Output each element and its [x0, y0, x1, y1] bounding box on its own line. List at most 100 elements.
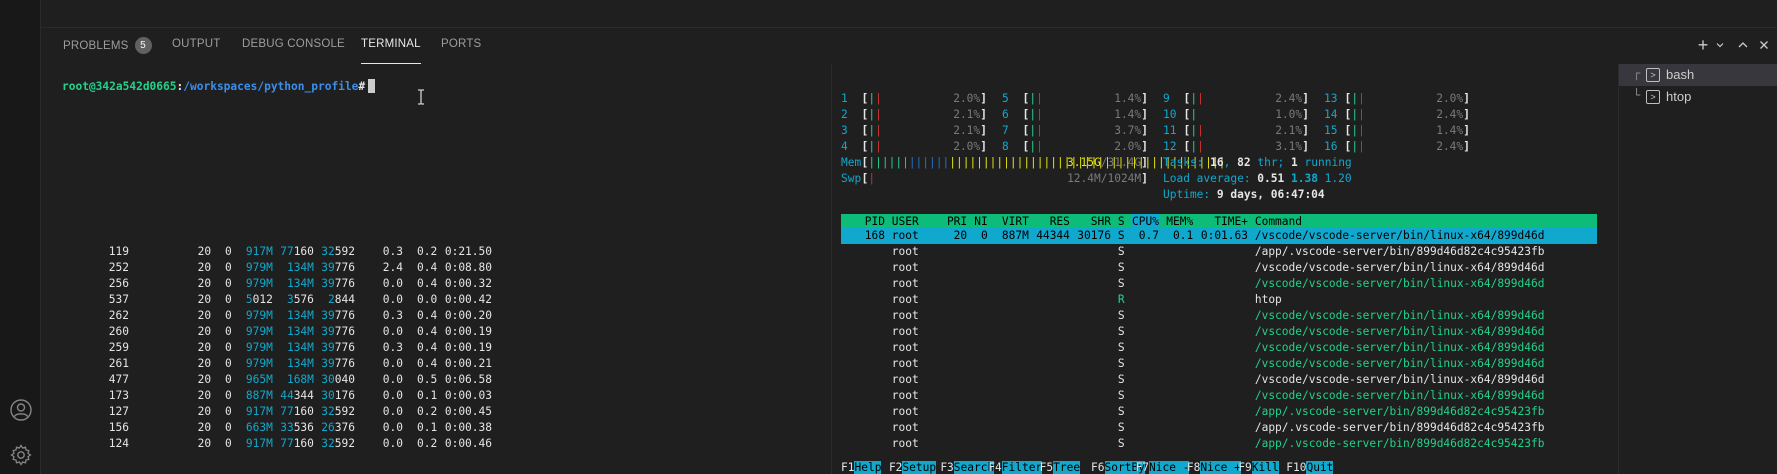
tab-output[interactable]: OUTPUT	[172, 38, 220, 64]
digit-group: 344	[1049, 229, 1070, 242]
process-shr: 39776	[321, 260, 355, 276]
process-virt: 979M	[246, 276, 273, 292]
process-user: root	[891, 261, 919, 274]
tasks-label: Tasks:	[1163, 156, 1211, 169]
tasks-line-text: Tasks: 16, 82 thr; 1 running	[1163, 155, 1352, 171]
process-mem: 0.4	[416, 341, 438, 354]
new-terminal-plus-icon[interactable]: +	[1694, 35, 1712, 55]
meter-bracket-open: [	[1022, 124, 1030, 137]
process-pri: 20	[197, 293, 212, 306]
terminal-icon: >	[1646, 90, 1660, 104]
cpu-bar-kernel: |	[1036, 92, 1043, 105]
digit-group: 776	[334, 357, 355, 370]
terminal-split-divider[interactable]	[831, 64, 832, 474]
process-user: root	[891, 389, 919, 402]
fkey-f8[interactable]: F8Nice +	[1187, 460, 1241, 474]
cpu-bar: ||	[1351, 91, 1365, 107]
maximize-panel-icon[interactable]	[1734, 36, 1752, 54]
process-res: 77160	[280, 244, 314, 260]
fkey-f5[interactable]: F5Tree	[1040, 460, 1081, 474]
process-mem: 0.1	[416, 421, 438, 434]
digit-group: 134M	[286, 325, 314, 338]
cpu-id: 5	[1002, 92, 1009, 105]
digit-group: 32	[321, 437, 335, 450]
threads-label: thr;	[1250, 156, 1292, 169]
terminal-list-divider[interactable]	[1618, 64, 1619, 474]
close-panel-icon[interactable]	[1755, 36, 1773, 54]
cpu-bar: |	[1190, 107, 1197, 123]
cpu-id: 3	[841, 124, 848, 137]
load-1m: 0.51	[1257, 172, 1291, 185]
process-pri: 20	[197, 261, 212, 274]
cpu-id: 11	[1163, 124, 1177, 137]
fkey-number: F9	[1238, 461, 1252, 474]
process-pri: 20	[197, 309, 212, 322]
meter-bracket-open: [	[1022, 92, 1030, 105]
process-time: 0:00.38	[444, 421, 492, 434]
fkey-f9[interactable]: F9Kill	[1238, 460, 1279, 474]
cpu-bar: ||	[1029, 123, 1043, 139]
cpu-id: 13	[1324, 92, 1338, 105]
cpu-meter-6: 6 [|| 1.4%]	[1002, 107, 1148, 123]
terminal-list-item-bash[interactable]: ┌ > bash	[1619, 64, 1777, 86]
process-time: 0:00.19	[444, 341, 492, 354]
process-time: 0:08.80	[444, 261, 492, 274]
tab-debug-console[interactable]: DEBUG CONSOLE	[242, 38, 345, 64]
digit-group: 917M	[245, 437, 273, 450]
digit-group: 887M	[1001, 229, 1029, 242]
process-state: S	[1117, 405, 1125, 418]
digit-group: 134M	[286, 277, 314, 290]
process-cpu: 0.3	[382, 309, 403, 322]
process-pid: 127	[108, 405, 129, 418]
process-res: 168M	[287, 372, 314, 388]
process-cpu: 0.0	[382, 293, 403, 306]
process-user: root	[891, 229, 919, 242]
terminal-name: htop	[1666, 89, 1692, 104]
digit-group: 663M	[245, 421, 273, 434]
tab-ports[interactable]: PORTS	[441, 38, 481, 64]
digit-group: 44	[1036, 229, 1050, 242]
process-ni: 0	[224, 341, 232, 354]
chevron-down-icon[interactable]	[1711, 36, 1729, 54]
cpu-bar-kernel: |	[875, 140, 882, 153]
tab-problems[interactable]: PROBLEMS 5	[63, 37, 152, 64]
process-res: 44344	[280, 388, 314, 404]
fkey-f7[interactable]: F7Nice -	[1136, 460, 1190, 474]
process-command: /vscode/vscode-server/bin/linux-x64/899d…	[1254, 357, 1545, 370]
cpu-id: 9	[1163, 92, 1170, 105]
meter-bracket-close: ]	[1302, 140, 1309, 153]
process-shr: 30176	[1077, 228, 1111, 244]
tab-terminal[interactable]: TERMINAL	[361, 38, 421, 64]
process-user: root	[891, 245, 919, 258]
digit-group: 917M	[245, 405, 273, 418]
process-row[interactable]: 168 root 20 0 887M 44344 30176 S 0.7 0.1 0:01.63/v…	[841, 228, 1597, 244]
accounts-icon[interactable]	[4, 393, 37, 426]
problems-count-badge: 5	[134, 37, 152, 54]
meter-bracket-open: [	[861, 124, 869, 137]
digit-group: 592	[334, 405, 355, 418]
fkey-f10[interactable]: F10Quit	[1286, 460, 1334, 474]
cpu-bar-kernel: |	[1197, 124, 1204, 137]
process-mem: 0.2	[416, 245, 438, 258]
process-state: R	[1117, 293, 1125, 306]
process-state: S	[1117, 357, 1125, 370]
meter-bracket-open: [	[861, 108, 869, 121]
fkey-f3[interactable]: F3Search	[940, 460, 995, 474]
process-pid: 252	[108, 261, 129, 274]
fkey-f2[interactable]: F2Setup	[889, 460, 937, 474]
digit-group: 376	[334, 421, 355, 434]
meter-bracket-close: ]	[1302, 92, 1309, 105]
bash-terminal-prompt[interactable]: root@342a542d0665:/workspaces/python_pro…	[62, 79, 376, 95]
settings-gear-icon[interactable]	[4, 438, 37, 471]
fkey-f1[interactable]: F1Help	[841, 460, 882, 474]
process-mem: 0.4	[416, 325, 438, 338]
process-ni: 0	[224, 309, 232, 322]
swap-meter: Swp[| 12.4M/1024M]	[841, 171, 1148, 187]
process-command: htop	[1254, 293, 1282, 306]
cpu-meter-14: 14 [|| 2.4%]	[1324, 107, 1470, 123]
mem-label: Mem	[841, 156, 862, 169]
terminal-list-item-htop[interactable]: └ > htop	[1619, 86, 1777, 108]
fkey-f4[interactable]: F4Filter	[988, 460, 1043, 474]
fkey-label: Help	[854, 461, 882, 474]
meter-bracket-open: [	[861, 140, 869, 153]
